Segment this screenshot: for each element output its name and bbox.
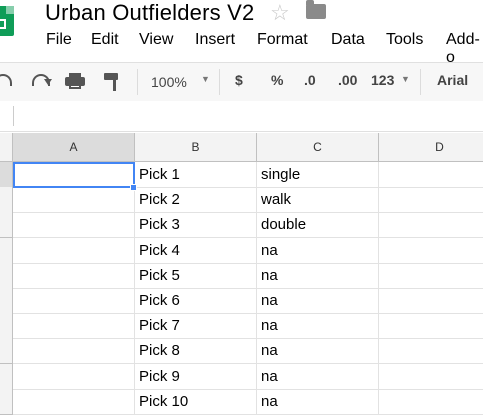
cell-c[interactable]: na bbox=[257, 338, 379, 364]
column-header-a[interactable]: A bbox=[13, 133, 135, 162]
formula-bar-divider bbox=[13, 106, 14, 126]
cell-a[interactable] bbox=[13, 288, 135, 314]
menu-data[interactable]: Data bbox=[331, 31, 365, 49]
cell-c[interactable]: double bbox=[257, 212, 379, 238]
cell-c[interactable]: na bbox=[257, 313, 379, 339]
cell-a[interactable] bbox=[13, 263, 135, 289]
paint-format-icon[interactable] bbox=[104, 73, 120, 91]
row-header[interactable] bbox=[0, 338, 13, 364]
cell-d[interactable] bbox=[379, 364, 483, 390]
row-header[interactable] bbox=[0, 187, 13, 213]
cell-b[interactable]: Pick 10 bbox=[135, 389, 257, 415]
chevron-down-icon[interactable]: ▼ bbox=[401, 74, 410, 84]
cell-c[interactable]: na bbox=[257, 238, 379, 264]
cell-d[interactable] bbox=[379, 389, 483, 415]
column-header-b[interactable]: B bbox=[135, 133, 257, 162]
menu-format[interactable]: Format bbox=[257, 31, 308, 49]
row-header[interactable] bbox=[0, 238, 13, 264]
font-select[interactable]: Arial bbox=[437, 72, 468, 88]
cell-d[interactable] bbox=[379, 212, 483, 238]
menu-tools[interactable]: Tools bbox=[386, 31, 423, 49]
row-header[interactable] bbox=[0, 162, 13, 188]
increase-decimal-button[interactable]: .00 bbox=[338, 72, 357, 88]
cell-b[interactable]: Pick 5 bbox=[135, 263, 257, 289]
folder-icon[interactable] bbox=[306, 0, 326, 19]
cell-a[interactable] bbox=[13, 212, 135, 238]
cell-c[interactable]: walk bbox=[257, 187, 379, 213]
cell-b[interactable]: Pick 2 bbox=[135, 187, 257, 213]
toolbar-divider bbox=[219, 69, 220, 95]
undo-icon[interactable] bbox=[0, 74, 12, 86]
cell-c[interactable]: single bbox=[257, 162, 379, 188]
fill-handle[interactable] bbox=[130, 184, 137, 191]
cell-b[interactable]: Pick 4 bbox=[135, 238, 257, 264]
cell-a[interactable] bbox=[13, 364, 135, 390]
menu-insert[interactable]: Insert bbox=[195, 31, 235, 49]
cell-d[interactable] bbox=[379, 288, 483, 314]
print-icon[interactable] bbox=[65, 73, 85, 89]
document-title[interactable]: Urban Outfielders V2 bbox=[45, 0, 254, 26]
cell-b[interactable]: Pick 8 bbox=[135, 338, 257, 364]
cell-d[interactable] bbox=[379, 162, 483, 188]
menu-edit[interactable]: Edit bbox=[91, 31, 119, 49]
cell-d[interactable] bbox=[379, 263, 483, 289]
cell-c[interactable]: na bbox=[257, 364, 379, 390]
select-all-corner[interactable] bbox=[0, 133, 13, 162]
star-icon[interactable]: ☆ bbox=[270, 0, 290, 26]
column-header-c[interactable]: C bbox=[257, 133, 379, 162]
toolbar: 100% ▼ $ % .0 .00 123 ▼ Arial bbox=[0, 62, 483, 102]
cell-c[interactable]: na bbox=[257, 389, 379, 415]
cell-d[interactable] bbox=[379, 187, 483, 213]
row-header[interactable] bbox=[0, 389, 13, 415]
cell-a[interactable] bbox=[13, 389, 135, 415]
cell-a[interactable] bbox=[13, 313, 135, 339]
cell-b[interactable]: Pick 6 bbox=[135, 288, 257, 314]
cell-b[interactable]: Pick 7 bbox=[135, 313, 257, 339]
cell-b[interactable]: Pick 1 bbox=[135, 162, 257, 188]
cell-a[interactable] bbox=[13, 187, 135, 213]
menu-file[interactable]: File bbox=[46, 31, 72, 49]
toolbar-divider bbox=[420, 69, 421, 95]
column-header-d[interactable]: D bbox=[379, 133, 483, 162]
redo-arrowhead-icon bbox=[44, 79, 52, 85]
cell-b[interactable]: Pick 9 bbox=[135, 364, 257, 390]
zoom-select[interactable]: 100% bbox=[151, 74, 187, 90]
cell-d[interactable] bbox=[379, 338, 483, 364]
decrease-decimal-button[interactable]: .0 bbox=[304, 72, 316, 88]
cell-a[interactable] bbox=[13, 338, 135, 364]
row-header[interactable] bbox=[0, 212, 13, 238]
row-header[interactable] bbox=[0, 263, 13, 289]
formula-bar[interactable] bbox=[0, 101, 483, 132]
percent-format-button[interactable]: % bbox=[271, 72, 283, 88]
row-header[interactable] bbox=[0, 288, 13, 314]
cell-c[interactable]: na bbox=[257, 263, 379, 289]
cell-d[interactable] bbox=[379, 238, 483, 264]
menu-bar: File Edit View Insert Format Data Tools … bbox=[0, 28, 483, 66]
currency-format-button[interactable]: $ bbox=[235, 72, 243, 88]
cell-a[interactable] bbox=[13, 238, 135, 264]
number-format-select[interactable]: 123 bbox=[371, 72, 394, 88]
active-cell-selection[interactable] bbox=[13, 162, 135, 188]
spreadsheet-grid: A B C D Pick 1 single Pick 2 walk Pick 3 doub… bbox=[0, 133, 483, 420]
row-header[interactable] bbox=[0, 313, 13, 339]
toolbar-divider bbox=[137, 69, 138, 95]
cell-c[interactable]: na bbox=[257, 288, 379, 314]
cell-b[interactable]: Pick 3 bbox=[135, 212, 257, 238]
row-header[interactable] bbox=[0, 364, 13, 390]
menu-view[interactable]: View bbox=[139, 31, 173, 49]
cell-d[interactable] bbox=[379, 313, 483, 339]
chevron-down-icon[interactable]: ▼ bbox=[201, 74, 210, 84]
